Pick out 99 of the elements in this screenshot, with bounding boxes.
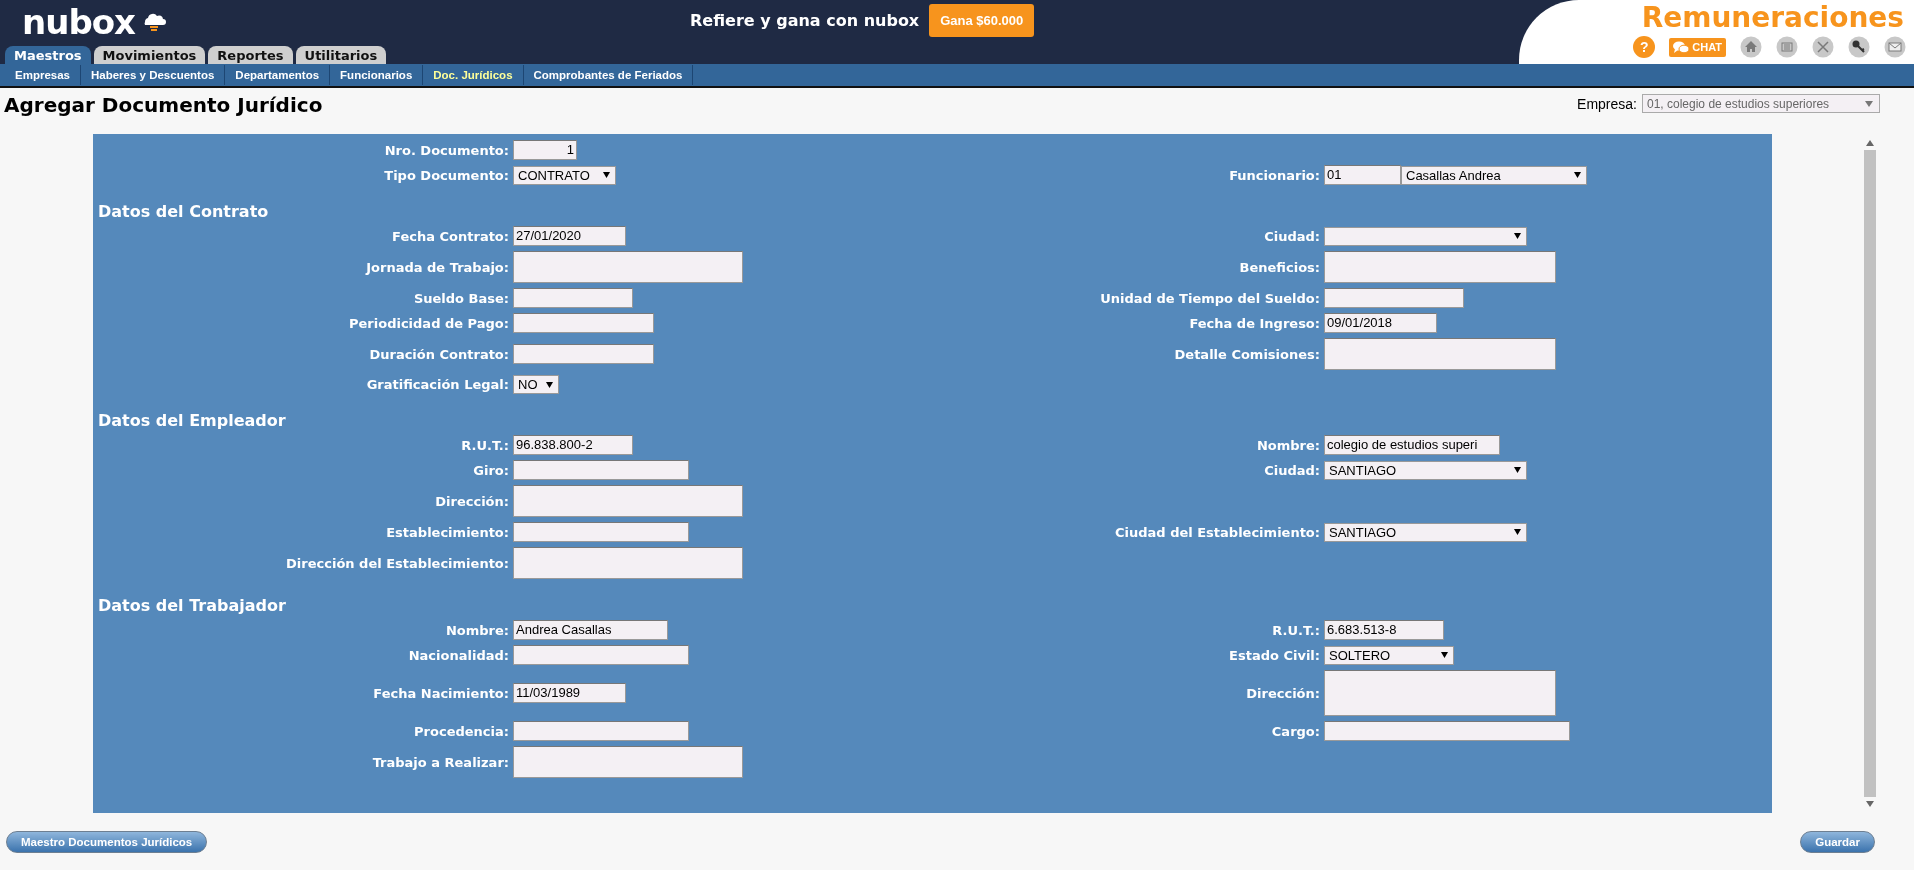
field-label: Gratificación Legal: [366, 377, 509, 392]
dropdown-select[interactable]: Casallas Andrea [1401, 165, 1587, 185]
text-input-field[interactable] [513, 288, 633, 308]
text-input-field[interactable] [513, 313, 654, 333]
scrollbar[interactable] [1862, 140, 1878, 807]
text-area-field[interactable] [513, 746, 743, 778]
field-label: Dirección del Establecimiento: [286, 555, 509, 571]
field-label: Duración Contrato: [369, 346, 509, 362]
nav-tab[interactable]: Movimientos [93, 46, 206, 64]
caret-icon [1514, 233, 1521, 239]
text-area-field[interactable] [513, 485, 743, 517]
scroll-down-icon[interactable] [1866, 801, 1874, 807]
field-label: Unidad de Tiempo del Sueldo: [1100, 290, 1320, 306]
text-input-field[interactable] [513, 721, 689, 741]
field-label: Nombre: [1256, 437, 1320, 453]
field-label: Jornada de Trabajo: [366, 259, 509, 275]
text-input-field[interactable] [1324, 721, 1570, 741]
section-title: Datos del Trabajador [98, 596, 286, 615]
caret-icon [1441, 652, 1448, 658]
field-label: Dirección: [435, 493, 509, 509]
text-area-field[interactable] [513, 251, 743, 283]
sub-nav-link[interactable]: Empresas [5, 65, 81, 85]
field-label: Fecha Nacimiento: [373, 685, 509, 701]
page-title: Agregar Documento Jurídico [4, 93, 323, 117]
text-area-field[interactable] [1324, 251, 1556, 283]
text-input-field[interactable] [513, 645, 689, 665]
dropdown-select[interactable]: NO [513, 375, 559, 394]
sub-nav-link[interactable]: Departamentos [225, 65, 331, 85]
nav-tab[interactable]: Utilitarios [295, 46, 387, 64]
field-label: Ciudad del Establecimiento: [1114, 524, 1320, 540]
section-title: Datos del Empleador [98, 411, 286, 430]
field-label: Establecimiento: [386, 524, 509, 540]
field-label: Beneficios: [1239, 259, 1320, 275]
text-area-field[interactable] [1324, 670, 1556, 716]
promo-text: Refiere y gana con nubox [690, 11, 920, 30]
text-input-field[interactable]: 96.838.800-2 [513, 435, 633, 455]
field-label: Nacionalidad: [408, 647, 509, 663]
field-label: Dirección: [1246, 685, 1320, 701]
text-input-field[interactable]: 1 [513, 140, 577, 160]
text-input-field[interactable] [513, 460, 689, 480]
field-label: Sueldo Base: [413, 290, 509, 306]
sub-nav-link[interactable]: Funcionarios [330, 65, 424, 85]
field-label: Periodicidad de Pago: [349, 315, 509, 331]
field-label: Trabajo a Realizar: [372, 754, 509, 770]
nav-tab[interactable]: Maestros [5, 46, 91, 64]
section-title: Datos del Contrato [98, 202, 269, 221]
sub-nav-link[interactable]: Comprobantes de Feriados [523, 65, 694, 85]
nav-tab[interactable]: Reportes [208, 46, 293, 64]
field-label: Estado Civil: [1229, 647, 1320, 663]
text-input-field[interactable]: 6.683.513-8 [1324, 620, 1444, 640]
field-label: Cargo: [1271, 723, 1320, 739]
scroll-up-icon[interactable] [1866, 140, 1874, 146]
code-input-field[interactable]: 01 [1324, 165, 1401, 185]
field-label: Procedencia: [414, 723, 509, 739]
text-input-field[interactable]: 11/03/1989 [513, 683, 626, 703]
field-label: Funcionario: [1229, 167, 1320, 183]
caret-icon [1574, 172, 1581, 178]
field-label: R.U.T.: [461, 437, 509, 453]
dropdown-select[interactable]: SOLTERO [1324, 645, 1454, 665]
caret-icon [546, 381, 553, 388]
caret-icon [1514, 467, 1521, 473]
field-label: Ciudad: [1264, 462, 1320, 478]
text-input-field[interactable] [513, 522, 689, 542]
text-area-field[interactable] [513, 547, 743, 579]
dropdown-select[interactable] [1324, 226, 1527, 246]
text-area-field[interactable] [1324, 338, 1556, 370]
text-input-field[interactable] [1324, 288, 1464, 308]
field-label: Fecha de Ingreso: [1189, 315, 1320, 331]
empresa-label: Empresa: [1577, 95, 1637, 112]
mail-icon[interactable] [1884, 36, 1906, 58]
text-input-field[interactable]: Andrea Casallas [513, 620, 668, 640]
text-input-field[interactable] [513, 344, 654, 364]
field-label: Tipo Documento: [384, 167, 509, 183]
list-icon[interactable] [1776, 36, 1798, 58]
dropdown-select[interactable]: CONTRATO [513, 165, 616, 185]
close-icon[interactable] [1812, 36, 1834, 58]
logo-text[interactable]: nubox [22, 2, 136, 42]
text-input-field[interactable]: 27/01/2020 [513, 226, 626, 246]
caret-icon [1514, 529, 1521, 535]
field-label: Nombre: [445, 622, 509, 638]
field-label: Detalle Comisiones: [1174, 346, 1320, 362]
dropdown-select[interactable]: SANTIAGO [1324, 522, 1527, 542]
field-label: Fecha Contrato: [392, 228, 509, 244]
text-input-field[interactable]: 09/01/2018 [1324, 313, 1437, 333]
text-input-field[interactable]: colegio de estudios superi [1324, 435, 1500, 455]
key-icon[interactable] [1848, 36, 1870, 58]
sub-nav-link[interactable]: Haberes y Descuentos [81, 65, 226, 85]
sub-nav-link[interactable]: Doc. Jurídicos [423, 65, 524, 85]
field-label: Nro. Documento: [384, 142, 509, 158]
dropdown-select[interactable]: SANTIAGO [1324, 460, 1527, 480]
chat-bubbles-icon [1673, 40, 1690, 54]
product-title: Remuneraciones [1641, 0, 1904, 36]
field-label: Giro: [473, 462, 509, 478]
home-icon[interactable] [1740, 36, 1762, 58]
caret-icon [603, 172, 610, 178]
empresa-select[interactable]: 01, colegio de estudios superiores [1642, 94, 1880, 113]
field-label: Ciudad: [1264, 228, 1320, 244]
caret-icon [1865, 100, 1873, 107]
field-label: R.U.T.: [1272, 622, 1320, 638]
